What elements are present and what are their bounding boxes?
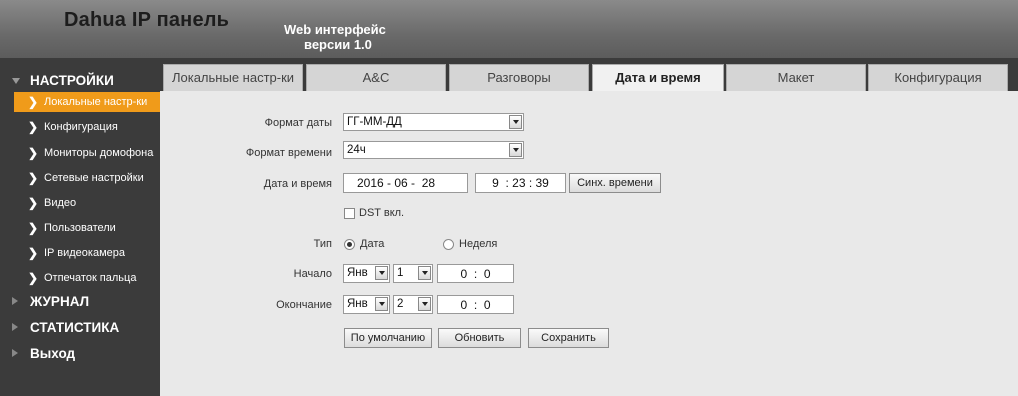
dropdown-arrow-icon[interactable] bbox=[375, 297, 388, 311]
chevron-right-icon: ❯ bbox=[28, 221, 39, 235]
chevron-right-icon: ❯ bbox=[28, 271, 39, 285]
end-label: Окончание bbox=[276, 299, 332, 311]
tab-configuration[interactable]: Конфигурация bbox=[868, 64, 1008, 91]
collapsed-arrow-icon bbox=[12, 297, 18, 305]
tab-bar: Локальные настр-ки А&С Разговоры Дата и … bbox=[160, 58, 1018, 91]
expanded-arrow-icon bbox=[12, 78, 20, 84]
version-text: Web интерфейс версии 1.0 bbox=[284, 22, 386, 52]
dropdown-arrow-icon[interactable] bbox=[418, 297, 431, 311]
type-week-radio[interactable] bbox=[443, 239, 454, 250]
sidebar-item-users[interactable]: ❯ Пользователи bbox=[14, 218, 160, 238]
sidebar-group-log[interactable]: ЖУРНАЛ bbox=[0, 291, 160, 311]
tab-date-time[interactable]: Дата и время bbox=[592, 64, 724, 91]
sidebar: НАСТРОЙКИ ❯ Локальные настр-ки ❯ Конфигу… bbox=[0, 58, 160, 396]
start-day-select[interactable]: 1 bbox=[393, 264, 433, 283]
start-time-input[interactable]: 0 : 0 bbox=[437, 264, 514, 283]
sidebar-item-fingerprint[interactable]: ❯ Отпечаток пальца bbox=[14, 268, 160, 288]
collapsed-arrow-icon bbox=[12, 349, 18, 357]
save-button[interactable]: Сохранить bbox=[528, 328, 609, 348]
chevron-right-icon: ❯ bbox=[28, 146, 39, 160]
dropdown-arrow-icon[interactable] bbox=[375, 266, 388, 280]
sidebar-item-ip-camera[interactable]: ❯ IP видеокамера bbox=[14, 243, 160, 263]
type-label: Тип bbox=[313, 238, 332, 250]
chevron-right-icon: ❯ bbox=[28, 120, 39, 134]
header-bar: Dahua IP панель Web интерфейс версии 1.0 bbox=[0, 0, 1018, 58]
start-label: Начало bbox=[293, 268, 332, 280]
default-button[interactable]: По умолчанию bbox=[344, 328, 432, 348]
end-day-select[interactable]: 2 bbox=[393, 295, 433, 314]
chevron-right-icon: ❯ bbox=[28, 171, 39, 185]
date-input[interactable]: 2016 - 06 - 28 bbox=[343, 173, 468, 193]
dropdown-arrow-icon[interactable] bbox=[509, 143, 522, 157]
chevron-right-icon: ❯ bbox=[28, 246, 39, 260]
type-date-label: Дата bbox=[360, 238, 385, 250]
tab-access-control[interactable]: А&С bbox=[306, 64, 446, 91]
sidebar-group-exit[interactable]: Выход bbox=[0, 343, 160, 363]
dropdown-arrow-icon[interactable] bbox=[418, 266, 431, 280]
date-format-select[interactable]: ГГ-ММ-ДД bbox=[343, 113, 524, 131]
start-month-select[interactable]: Янв bbox=[343, 264, 390, 283]
end-month-select[interactable]: Янв bbox=[343, 295, 390, 314]
dropdown-arrow-icon[interactable] bbox=[509, 115, 522, 129]
time-format-select[interactable]: 24ч bbox=[343, 141, 524, 159]
refresh-button[interactable]: Обновить bbox=[438, 328, 521, 348]
time-format-label: Формат времени bbox=[245, 147, 332, 159]
sync-time-button[interactable]: Синх. времени bbox=[569, 173, 661, 193]
collapsed-arrow-icon bbox=[12, 323, 18, 331]
sidebar-item-intercom-monitors[interactable]: ❯ Мониторы домофона bbox=[14, 143, 160, 163]
date-format-label: Формат даты bbox=[264, 117, 332, 129]
type-week-label: Неделя bbox=[459, 238, 498, 250]
sidebar-item-video[interactable]: ❯ Видео bbox=[14, 193, 160, 213]
tab-calls[interactable]: Разговоры bbox=[449, 64, 589, 91]
sidebar-item-network[interactable]: ❯ Сетевые настройки bbox=[14, 168, 160, 188]
sidebar-item-configuration[interactable]: ❯ Конфигурация bbox=[14, 117, 160, 137]
brand-title: Dahua IP панель bbox=[64, 9, 230, 31]
sidebar-group-settings[interactable]: НАСТРОЙКИ bbox=[0, 70, 160, 90]
sidebar-group-statistics[interactable]: СТАТИСТИКА bbox=[0, 317, 160, 337]
type-date-radio[interactable] bbox=[344, 239, 355, 250]
time-input[interactable]: 9 : 23 : 39 bbox=[475, 173, 566, 193]
sidebar-item-local-settings[interactable]: ❯ Локальные настр-ки bbox=[14, 92, 160, 112]
tab-local-settings[interactable]: Локальные настр-ки bbox=[163, 64, 303, 91]
dst-label: DST вкл. bbox=[359, 207, 405, 219]
chevron-right-icon: ❯ bbox=[28, 196, 39, 210]
tab-layout[interactable]: Макет bbox=[726, 64, 866, 91]
datetime-label: Дата и время bbox=[263, 178, 332, 190]
end-time-input[interactable]: 0 : 0 bbox=[437, 295, 514, 314]
chevron-right-icon: ❯ bbox=[28, 95, 39, 109]
dst-checkbox[interactable] bbox=[344, 208, 355, 219]
